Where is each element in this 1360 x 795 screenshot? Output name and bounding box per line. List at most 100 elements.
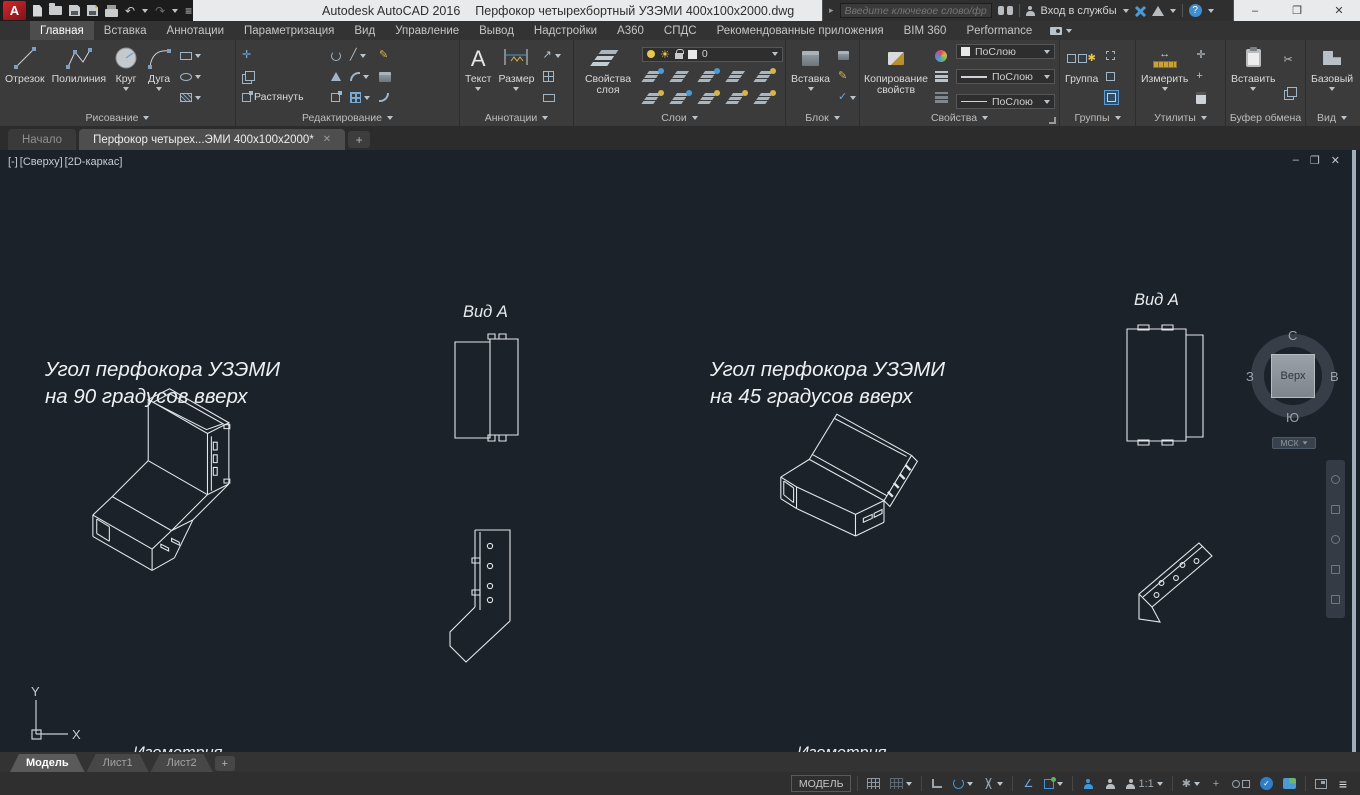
signin-dropdown-icon[interactable]: [1123, 9, 1129, 13]
layer-select-combo[interactable]: ☀ 0: [642, 47, 783, 62]
open-file-button[interactable]: [49, 3, 62, 19]
object-color-combo[interactable]: ПоСлою: [956, 44, 1055, 59]
object-snap-tracking-button[interactable]: ∠: [1019, 775, 1037, 792]
ungroup-button[interactable]: [1104, 48, 1119, 63]
tab-nadstroyki[interactable]: Надстройки: [524, 21, 607, 40]
table-button[interactable]: [541, 69, 563, 84]
trim-button[interactable]: ╱: [348, 48, 372, 63]
annotation-scale-button[interactable]: 1:1: [1123, 775, 1165, 792]
panel-groups-footer[interactable]: Группы: [1060, 110, 1135, 126]
viewcube-ucs-menu[interactable]: МСК: [1272, 437, 1316, 449]
tab-recommended-apps[interactable]: Рекомендованные приложения: [707, 21, 894, 40]
panel-clipboard-footer[interactable]: Буфер обмена: [1226, 110, 1305, 126]
move-button[interactable]: ✛: [240, 48, 324, 63]
tab-bim360[interactable]: BIM 360: [894, 21, 957, 40]
dimension-button[interactable]: Размер: [496, 43, 536, 110]
rectangle-tool-button[interactable]: [178, 48, 203, 63]
insert-block-button[interactable]: Вставка: [789, 43, 832, 110]
properties-dialog-launcher-icon[interactable]: [1049, 117, 1056, 124]
viewcube-west[interactable]: З: [1246, 369, 1254, 384]
layer-thaw-all-button[interactable]: [702, 91, 718, 106]
isolate-objects-button[interactable]: [1229, 775, 1253, 792]
layer-unisolate-button[interactable]: [674, 91, 690, 106]
transparency-button[interactable]: [933, 90, 950, 105]
ellipse-tool-button[interactable]: [178, 69, 203, 84]
color-wheel-button[interactable]: [933, 48, 950, 63]
new-layout-button[interactable]: +: [215, 756, 235, 771]
point-button[interactable]: +: [1194, 69, 1208, 84]
undo-dropdown-icon[interactable]: [142, 9, 148, 13]
tab-spds[interactable]: СПДС: [654, 21, 707, 40]
panel-layers-footer[interactable]: Слои: [574, 110, 785, 126]
viewcube-south[interactable]: Ю: [1286, 410, 1299, 425]
plot-button[interactable]: [105, 3, 118, 19]
canvas-scrollbar[interactable]: [1352, 150, 1356, 752]
mirror-button[interactable]: [329, 69, 343, 84]
block-attributes-button[interactable]: ✓: [836, 90, 858, 105]
quick-calc-button[interactable]: [1194, 90, 1208, 105]
copy-button[interactable]: [240, 69, 324, 84]
save-button[interactable]: [69, 3, 80, 19]
layer-freeze-button[interactable]: [702, 69, 718, 84]
navigation-bar[interactable]: [1326, 460, 1345, 618]
layout-tab-list1[interactable]: Лист1: [87, 754, 149, 772]
cut-button[interactable]: ✂: [1282, 53, 1297, 68]
object-snap-button[interactable]: [1041, 775, 1066, 792]
nav-wheel-icon[interactable]: [1331, 475, 1340, 484]
arc-button[interactable]: Дуга: [144, 43, 174, 110]
snap-mode-button[interactable]: [887, 775, 915, 792]
ortho-mode-button[interactable]: [928, 775, 946, 792]
tab-vstavka[interactable]: Вставка: [94, 21, 157, 40]
viewport-close-icon[interactable]: ✕: [1331, 154, 1340, 167]
fillet-button[interactable]: [348, 69, 372, 84]
ribbon-display-toggle[interactable]: [1042, 21, 1080, 40]
layer-isolate-button[interactable]: [674, 69, 690, 84]
workspace-switching-button[interactable]: ✱: [1179, 775, 1203, 792]
close-button[interactable]: ✕: [1318, 0, 1360, 21]
tab-annotacii[interactable]: Аннотации: [157, 21, 234, 40]
autoscale-button[interactable]: [1101, 775, 1119, 792]
layout-tab-list2[interactable]: Лист2: [151, 754, 213, 772]
customize-qat-button[interactable]: ≡: [185, 5, 192, 17]
erase-button[interactable]: ✎: [377, 48, 393, 63]
group-selection-toggle[interactable]: [1104, 90, 1119, 105]
new-file-button[interactable]: [33, 3, 42, 19]
layout-tab-model[interactable]: Модель: [10, 754, 85, 772]
linetype-combo[interactable]: ПоСлою: [956, 94, 1055, 109]
stretch-button[interactable]: Растянуть: [240, 90, 324, 105]
panel-view-footer[interactable]: Вид: [1306, 110, 1358, 126]
file-tab-document[interactable]: Перфокор четырех...ЭМИ 400x100x2000* ✕: [79, 129, 345, 150]
annotation-visibility-button[interactable]: [1079, 775, 1097, 792]
help-button[interactable]: ?: [1189, 4, 1202, 17]
grid-display-button[interactable]: [864, 775, 883, 792]
file-tab-start[interactable]: Начало: [8, 129, 76, 150]
exchange-apps-icon[interactable]: [1135, 5, 1146, 16]
explode-button[interactable]: [377, 69, 393, 84]
viewport-view-control[interactable]: [Сверху]: [20, 156, 63, 168]
autocad-logo-icon[interactable]: A: [3, 1, 26, 20]
edit-block-button[interactable]: ✎: [836, 69, 858, 84]
a360-icon[interactable]: [1152, 6, 1164, 16]
polyline-button[interactable]: Полилиния: [50, 43, 109, 110]
tab-vid[interactable]: Вид: [344, 21, 385, 40]
undo-button[interactable]: ↶: [125, 3, 135, 19]
new-file-tab-button[interactable]: +: [348, 131, 370, 148]
redo-button[interactable]: ↷: [155, 3, 165, 19]
offset-button[interactable]: [377, 90, 393, 105]
create-block-button[interactable]: [836, 48, 858, 63]
rotate-button[interactable]: [329, 48, 343, 63]
text-button[interactable]: A Текст: [463, 43, 493, 110]
layer-properties-button[interactable]: Свойства слоя: [577, 43, 639, 110]
help-dropdown-icon[interactable]: [1208, 9, 1214, 13]
isometric-drafting-button[interactable]: [980, 775, 1006, 792]
tab-performance[interactable]: Performance: [956, 21, 1042, 40]
minimize-button[interactable]: –: [1234, 0, 1276, 21]
annotation-monitor-button[interactable]: +: [1207, 775, 1225, 792]
model-space-button[interactable]: МОДЕЛЬ: [791, 775, 852, 792]
save-as-button[interactable]: [87, 3, 98, 19]
polar-tracking-button[interactable]: [950, 775, 976, 792]
layer-lock-button[interactable]: [730, 69, 746, 84]
line-button[interactable]: Отрезок: [3, 43, 47, 110]
drawing-canvas[interactable]: [-] [Сверху] [2D-каркас] – ❐ ✕ Угол перф…: [0, 150, 1360, 752]
viewcube-top-face[interactable]: Верх: [1271, 354, 1315, 398]
